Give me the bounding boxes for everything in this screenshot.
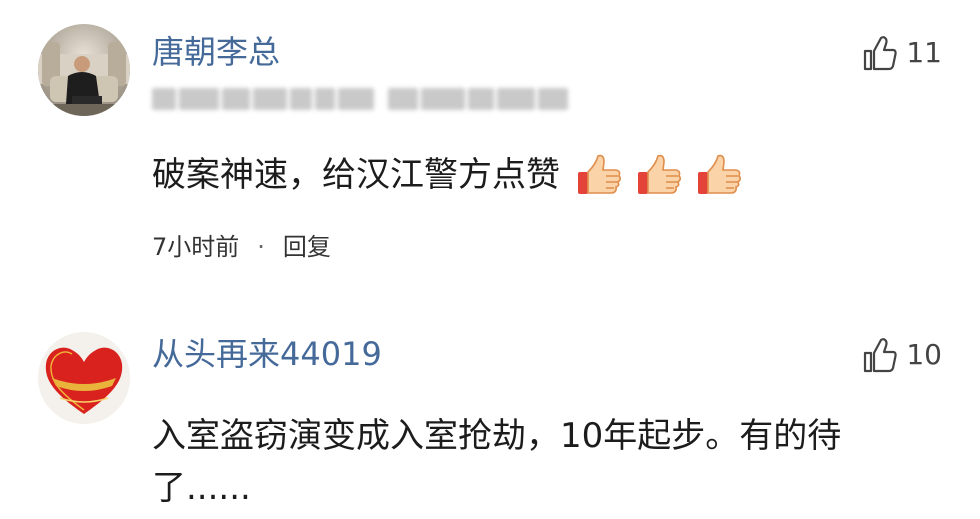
blurred-info: [152, 84, 572, 114]
comment-list: 唐朝李总 11 破案神速，给汉江警方点赞 7小时前 · 回复 从头再来44019…: [0, 0, 980, 519]
like-button[interactable]: 11: [862, 34, 942, 72]
like-count: 11: [906, 36, 942, 69]
reply-button[interactable]: 回复: [283, 231, 331, 263]
thumbs-up-emoji-icon: [698, 154, 742, 194]
thumbs-up-icon: [864, 338, 898, 373]
thumbs-up-icon: [864, 36, 898, 71]
comment-meta: 7小时前 · 回复: [152, 231, 331, 263]
comment-text: 破案神速，给汉江警方点赞: [152, 152, 742, 198]
username[interactable]: 从头再来44019: [152, 334, 382, 374]
username[interactable]: 唐朝李总: [152, 32, 280, 72]
thumbs-up-emoji-icon: [638, 154, 682, 194]
emoji-row: [576, 152, 742, 198]
avatar[interactable]: [38, 24, 130, 116]
avatar-man-icon: [38, 24, 130, 116]
thumbs-up-emoji-icon: [578, 154, 622, 194]
avatar[interactable]: [38, 332, 130, 424]
heart-avatar-icon: [38, 332, 130, 424]
comment-text-line: 了......: [152, 468, 251, 508]
like-button[interactable]: 10: [862, 336, 942, 374]
comment-text: 入室盗窃演变成入室抢劫，10年起步。有的待 了......: [152, 410, 942, 514]
comment-time: 7小时前: [152, 233, 240, 261]
like-count: 10: [906, 338, 942, 371]
meta-separator: ·: [257, 233, 265, 261]
comment-text-line: 入室盗窃演变成入室抢劫，10年起步。有的待: [152, 416, 842, 456]
comment-text-body: 破案神速，给汉江警方点赞: [152, 155, 560, 195]
